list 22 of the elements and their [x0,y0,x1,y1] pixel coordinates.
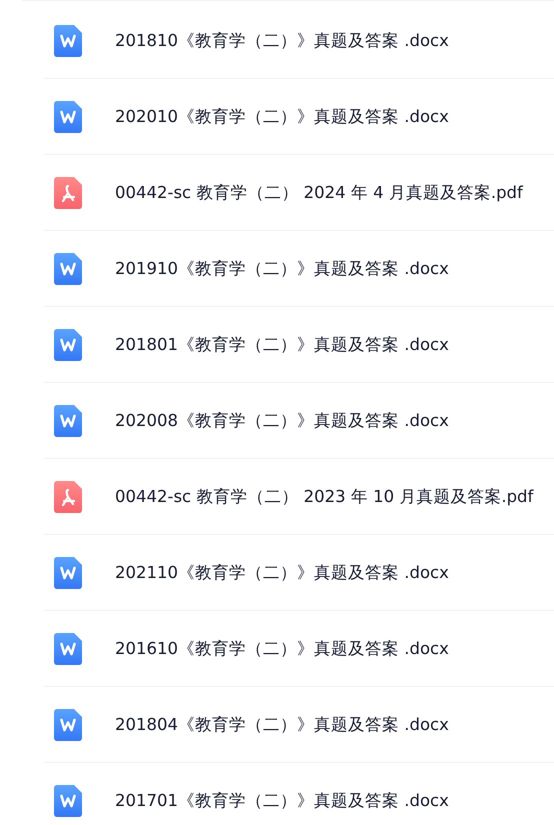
file-name[interactable]: 201910《教育学（二）》真题及答案 .docx [115,258,449,280]
file-name[interactable]: 201804《教育学（二）》真题及答案 .docx [115,714,449,736]
pdf-document-icon [54,480,82,512]
file-name[interactable]: 201610《教育学（二）》真题及答案 .docx [115,638,449,660]
file-name[interactable]: 201801《教育学（二）》真题及答案 .docx [115,334,449,356]
word-document-icon [54,328,82,360]
file-name[interactable]: 201701《教育学（二）》真题及答案 .docx [115,790,449,812]
pdf-document-icon [54,176,82,208]
file-name[interactable]: 202110《教育学（二）》真题及答案 .docx [115,562,449,584]
file-name[interactable]: 202008《教育学（二）》真题及答案 .docx [115,410,449,432]
word-document-icon [54,252,82,284]
word-document-icon [54,632,82,664]
word-document-icon [54,708,82,740]
file-name[interactable]: 00442-sc 教育学（二） 2023 年 10 月真题及答案.pdf [115,486,534,508]
file-name[interactable]: 201810《教育学（二）》真题及答案 .docx [115,30,449,52]
word-document-icon [54,784,82,816]
word-document-icon [54,404,82,436]
word-document-icon [54,24,82,56]
file-name[interactable]: 00442-sc 教育学（二） 2024 年 4 月真题及答案.pdf [115,182,523,204]
file-name[interactable]: 202010《教育学（二）》真题及答案 .docx [115,106,449,128]
word-document-icon [54,100,82,132]
word-document-icon [54,556,82,588]
